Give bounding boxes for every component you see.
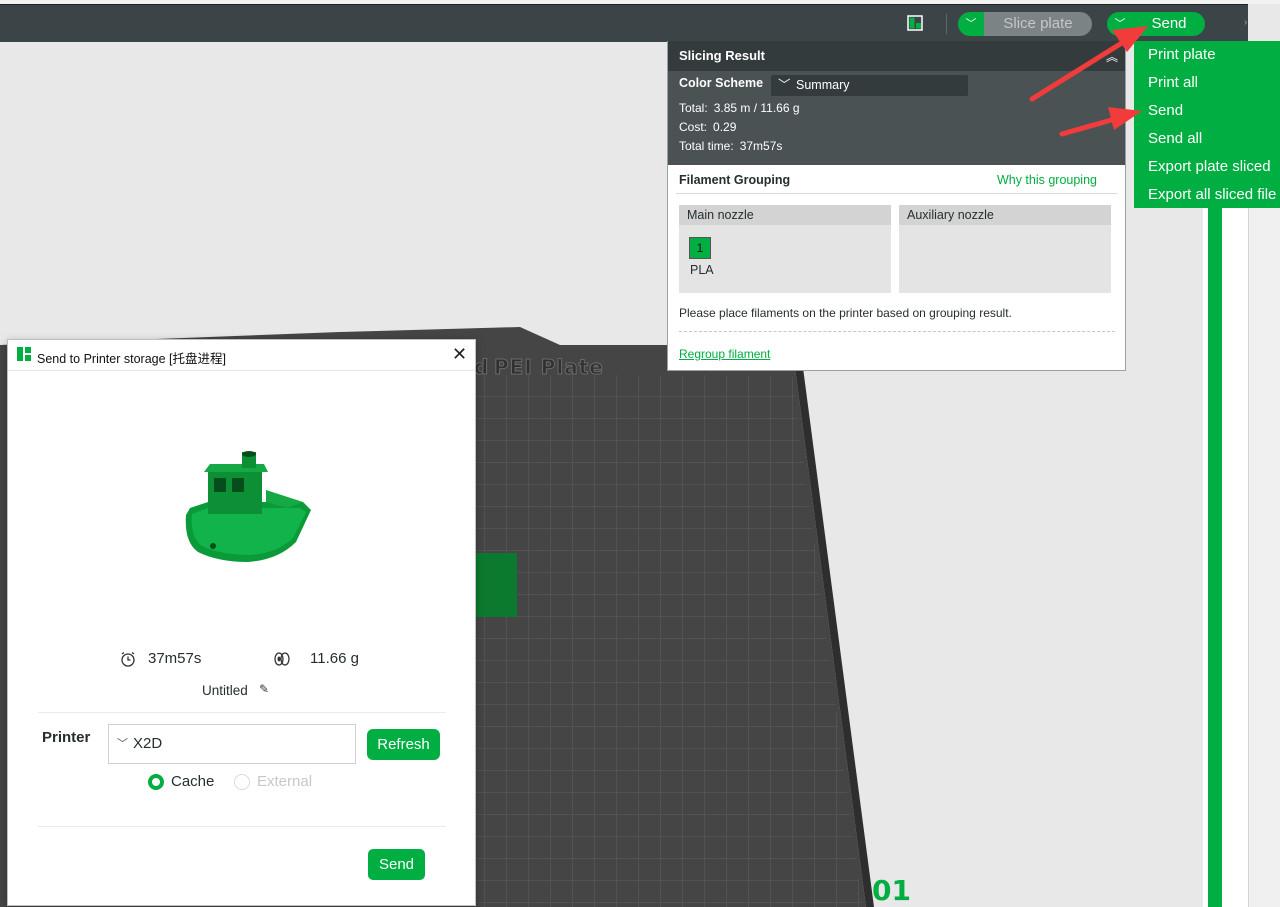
radio-external-label: External: [257, 773, 313, 790]
cost-label: Cost:: [679, 120, 708, 134]
send-dropdown-button[interactable]: ﹀: [1107, 12, 1133, 36]
menu-item-send-all[interactable]: Send all: [1134, 125, 1280, 153]
app-logo-icon: [17, 347, 31, 361]
slicing-result-panel: Slicing Result ︽ Color Scheme ﹀ Summary …: [667, 41, 1126, 371]
total-stat: Total: 3.85 m / 11.66 g: [679, 101, 800, 115]
total-label: Total:: [679, 101, 708, 115]
divider: [38, 712, 446, 713]
slicing-result-title: Slicing Result: [679, 48, 765, 63]
filament-spool-icon: [274, 652, 290, 666]
radio-cache-label: Cache: [171, 773, 215, 790]
time-stat: Total time: 37m57s: [679, 139, 782, 153]
grouping-note: Please place filaments on the printer ba…: [679, 306, 1012, 320]
menu-item-export-plate-sliced[interactable]: Export plate sliced: [1134, 153, 1280, 181]
refresh-button[interactable]: Refresh: [367, 729, 440, 760]
divider: [679, 331, 1115, 332]
dialog-send-button[interactable]: Send: [368, 849, 425, 880]
filament-weight: 11.66 g: [310, 650, 359, 667]
project-name: Untitled: [202, 683, 248, 698]
filament-chip[interactable]: 1: [689, 237, 711, 259]
slicing-summary: Color Scheme ﹀ Summary Total: 3.85 m / 11…: [668, 71, 1125, 165]
slice-dropdown-button[interactable]: ﹀: [958, 12, 984, 36]
plate-label-prefix: d: [474, 355, 488, 379]
auxiliary-nozzle-box: Auxiliary nozzle: [899, 205, 1111, 293]
plate-label: PEI Plate: [494, 355, 604, 379]
menu-item-export-all-sliced[interactable]: Export all sliced file: [1134, 181, 1280, 208]
regroup-filament-link[interactable]: Regroup filament: [679, 347, 770, 361]
chevron-down-icon: ﹀: [965, 18, 977, 30]
chevron-right-icon[interactable]: ›: [1244, 17, 1247, 28]
cost-stat: Cost: 0.29: [679, 120, 736, 134]
toolbar-divider: [946, 14, 947, 34]
main-nozzle-box: Main nozzle 1 PLA: [679, 205, 891, 293]
slice-plate-button[interactable]: Slice plate: [984, 12, 1092, 36]
top-toolbar: ﹀ Slice plate ﹀ Send ›: [0, 4, 1248, 42]
printer-value: X2D: [133, 735, 163, 752]
color-scheme-select[interactable]: ﹀ Summary: [771, 75, 968, 96]
main-nozzle-label: Main nozzle: [679, 205, 891, 225]
layout-toggle-icon[interactable]: [907, 15, 923, 31]
divider: [38, 826, 446, 827]
menu-item-send[interactable]: Send: [1134, 97, 1280, 125]
send-dropdown-menu: Print plate Print all Send Send all Expo…: [1134, 41, 1280, 208]
send-to-printer-dialog: Send to Printer storage [托盘进程] ✕ 37m57s …: [7, 339, 476, 906]
plate-number: 01: [872, 874, 911, 907]
time-label: Total time:: [679, 139, 734, 153]
color-scheme-value: Summary: [796, 78, 850, 92]
dialog-titlebar[interactable]: Send to Printer storage [托盘进程] ✕: [8, 340, 475, 371]
chevron-down-icon: ﹀: [778, 78, 791, 92]
filament-grouping-title: Filament Grouping: [679, 173, 791, 187]
filament-type: PLA: [690, 263, 714, 277]
model-thumbnail: [185, 451, 311, 562]
printer-label: Printer: [42, 729, 91, 746]
radio-selected-icon: [148, 774, 164, 790]
why-grouping-link[interactable]: Why this grouping: [997, 173, 1097, 187]
time-value: 37m57s: [739, 139, 783, 153]
auxiliary-nozzle-label: Auxiliary nozzle: [899, 205, 1111, 225]
close-icon[interactable]: ✕: [452, 344, 467, 365]
menu-item-print-all[interactable]: Print all: [1134, 69, 1280, 97]
cost-value: 0.29: [713, 120, 737, 134]
dialog-title: Send to Printer storage [托盘进程]: [37, 352, 226, 366]
collapse-icon[interactable]: ︽: [1106, 48, 1118, 65]
menu-item-print-plate[interactable]: Print plate: [1134, 41, 1280, 69]
total-value: 3.85 m / 11.66 g: [713, 101, 800, 115]
edit-icon[interactable]: ✎: [259, 682, 269, 696]
slicing-result-header[interactable]: Slicing Result ︽: [668, 41, 1125, 71]
print-time: 37m57s: [148, 650, 202, 667]
send-button[interactable]: Send: [1133, 12, 1205, 36]
chevron-down-icon: ﹀: [117, 738, 128, 750]
radio-unselected-icon: [234, 774, 250, 790]
chevron-down-icon: ﹀: [1114, 18, 1126, 30]
clock-icon: [121, 651, 135, 667]
model-on-plate[interactable]: [475, 553, 517, 617]
printer-select[interactable]: ﹀ X2D: [108, 724, 356, 764]
filament-grouping-header: Filament Grouping Why this grouping: [676, 165, 1117, 194]
color-scheme-label: Color Scheme: [679, 76, 764, 90]
